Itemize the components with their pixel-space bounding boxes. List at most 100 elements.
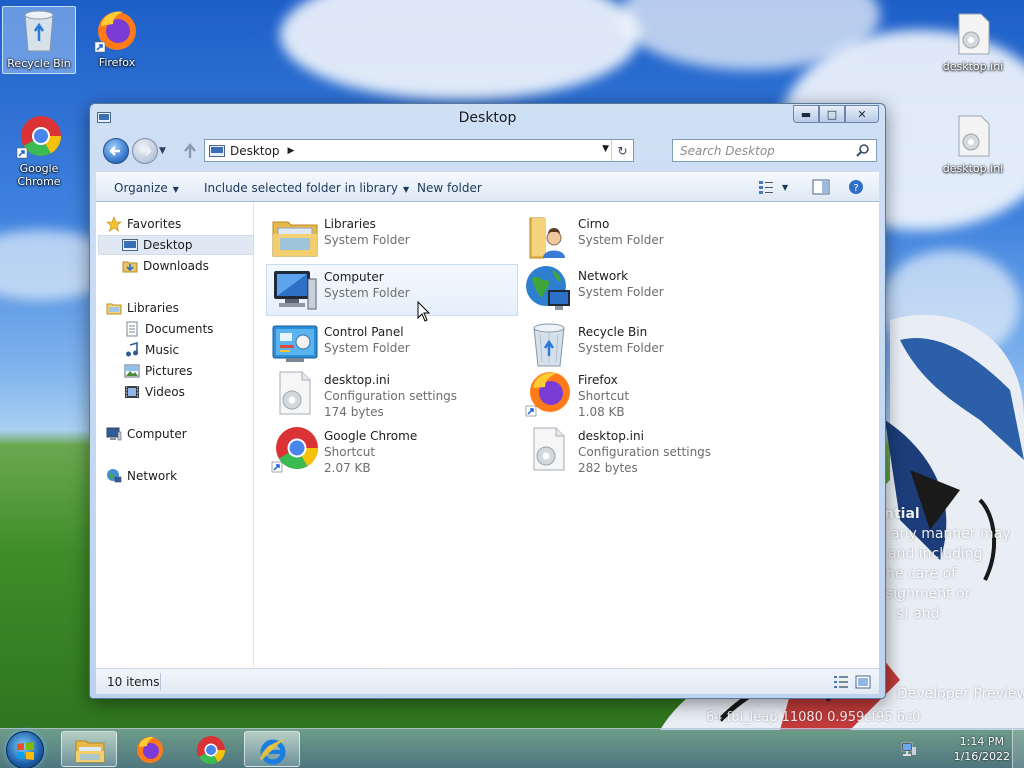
search-icon[interactable] — [856, 143, 870, 157]
taskbar-firefox-button[interactable] — [122, 731, 178, 767]
computer-icon — [106, 427, 122, 441]
nav-label: Favorites — [127, 217, 182, 231]
file-name: Computer — [324, 270, 384, 284]
wallpaper-text: signment or — [886, 586, 971, 602]
breadcrumb-chevron[interactable]: ▶ — [288, 146, 295, 156]
desktop-icon-desktop-ini-2[interactable]: desktop.ini — [936, 112, 1010, 175]
file-text: Cirno System Folder — [578, 216, 664, 264]
nav-computer[interactable]: Computer — [106, 424, 262, 444]
clock[interactable]: 1:14 PM 1/16/2022 — [954, 734, 1010, 764]
file-type: System Folder — [578, 233, 664, 247]
settings-file-icon — [958, 115, 990, 157]
file-item-google-chrome[interactable]: Google Chrome Shortcut 2.07 KB — [270, 424, 520, 476]
nav-favorites[interactable]: Favorites — [106, 214, 262, 234]
music-note-icon — [126, 342, 138, 357]
up-button[interactable] — [182, 142, 198, 160]
recycle-bin-icon — [24, 10, 54, 52]
taskbar-internet-explorer-button[interactable] — [244, 731, 300, 767]
search-box[interactable] — [672, 139, 877, 162]
internet-explorer-icon — [260, 739, 286, 765]
nav-libraries[interactable]: Libraries — [106, 298, 262, 318]
file-item-desktop-ini-2[interactable]: desktop.ini Configuration settings 282 b… — [524, 424, 774, 476]
documents-icon — [126, 321, 138, 337]
mouse-cursor-icon — [417, 301, 431, 322]
desktop-icon-firefox[interactable]: Firefox — [80, 6, 154, 69]
nav-network[interactable]: Network — [106, 466, 262, 486]
close-button[interactable]: ✕ — [845, 105, 879, 123]
recent-pages-button[interactable]: ▼ — [159, 146, 166, 156]
file-item-firefox[interactable]: Firefox Shortcut 1.08 KB — [524, 368, 774, 420]
status-bar: 10 items — [96, 668, 879, 694]
include-in-library-button[interactable]: Include selected folder in library ▼ — [204, 181, 409, 195]
refresh-button[interactable]: ↻ — [611, 140, 633, 161]
address-bar[interactable]: Desktop ▶ ▼ ↻ — [204, 139, 634, 162]
file-text: Firefox Shortcut 1.08 KB — [578, 372, 629, 420]
nav-music[interactable]: Music — [98, 340, 254, 360]
content-panes: Favorites Desktop Downloads Libraries Do… — [96, 202, 879, 668]
file-item-desktop-ini-1[interactable]: desktop.ini Configuration settings 174 b… — [270, 368, 520, 420]
wallpaper-cloud — [280, 0, 640, 100]
change-view-icon[interactable] — [758, 179, 774, 195]
back-button[interactable] — [103, 138, 129, 164]
file-name: Firefox — [578, 373, 618, 387]
start-button[interactable] — [6, 731, 44, 768]
file-text: desktop.ini Configuration settings 282 b… — [578, 428, 711, 476]
preview-pane-icon[interactable] — [812, 179, 830, 195]
chrome-icon — [16, 116, 61, 159]
wallpaper-text: Developer Preview — [897, 686, 1024, 702]
search-input[interactable] — [673, 140, 853, 161]
navigation-row: ▼ Desktop ▶ ▼ ↻ — [100, 138, 877, 164]
file-item-cirno[interactable]: Cirno System Folder — [524, 212, 774, 264]
nav-downloads[interactable]: Downloads — [98, 256, 254, 276]
chevron-down-icon: ▼ — [402, 185, 410, 194]
file-type: System Folder — [324, 286, 410, 300]
title-bar[interactable]: Desktop ▬ □ ✕ — [90, 104, 885, 132]
show-desktop-button[interactable] — [1012, 729, 1024, 768]
file-item-control-panel[interactable]: Control Panel System Folder — [270, 320, 520, 372]
desktop-icon-desktop-ini-1[interactable]: desktop.ini — [936, 10, 1010, 73]
file-name: Network — [578, 269, 629, 283]
file-list: Libraries System Folder Cirno System Fol… — [256, 202, 879, 668]
new-folder-button[interactable]: New folder — [417, 181, 482, 195]
file-text: desktop.ini Configuration settings 174 b… — [324, 372, 457, 420]
firefox-icon — [525, 372, 570, 417]
forward-button[interactable] — [132, 138, 158, 164]
file-item-computer[interactable]: Computer System Folder — [266, 264, 518, 316]
address-dropdown-button[interactable]: ▼ — [602, 144, 609, 154]
minimize-button[interactable]: ▬ — [793, 105, 819, 123]
nav-videos[interactable]: Videos — [98, 382, 254, 402]
desktop-icon-recycle-bin[interactable]: Recycle Bin — [2, 6, 76, 74]
file-item-recycle-bin[interactable]: Recycle Bin System Folder — [524, 320, 774, 372]
file-type: System Folder — [578, 341, 664, 355]
wallpaper-text: ntial — [884, 506, 920, 522]
file-text: Google Chrome Shortcut 2.07 KB — [324, 428, 417, 476]
details-view-icon[interactable] — [833, 675, 849, 689]
large-icons-view-icon[interactable] — [855, 675, 871, 689]
file-name: desktop.ini — [324, 373, 390, 387]
view-options-dropdown[interactable]: ▼ — [782, 183, 788, 192]
clock-date: 1/16/2022 — [953, 750, 1010, 763]
explorer-window: Desktop ▬ □ ✕ ▼ Desktop ▶ ▼ ↻ Organize ▼ — [89, 103, 886, 699]
maximize-button[interactable]: □ — [819, 105, 845, 123]
file-type: System Folder — [324, 233, 410, 247]
taskbar-chrome-button[interactable] — [183, 731, 239, 767]
nav-documents[interactable]: Documents — [98, 319, 254, 339]
desktop-folder-icon — [122, 239, 138, 251]
status-divider — [160, 673, 161, 691]
taskbar-explorer-button[interactable] — [61, 731, 117, 767]
item-count: 10 items — [107, 675, 160, 689]
nav-pictures[interactable]: Pictures — [98, 361, 254, 381]
file-item-network[interactable]: Network System Folder — [524, 264, 774, 316]
desktop-icon-google-chrome[interactable]: Google Chrome — [2, 112, 76, 188]
file-item-libraries[interactable]: Libraries System Folder — [270, 212, 520, 264]
network-status-icon[interactable] — [900, 741, 918, 757]
nav-desktop[interactable]: Desktop — [98, 235, 254, 255]
organize-menu-button[interactable]: Organize ▼ — [114, 181, 179, 195]
recycle-bin-icon — [533, 323, 565, 367]
file-text: Computer System Folder — [324, 269, 410, 315]
file-name: Libraries — [324, 217, 376, 231]
nav-label: Music — [145, 343, 180, 357]
address-location[interactable]: Desktop — [230, 144, 280, 158]
help-icon[interactable]: ? — [848, 179, 864, 195]
chevron-down-icon: ▼ — [172, 185, 179, 194]
